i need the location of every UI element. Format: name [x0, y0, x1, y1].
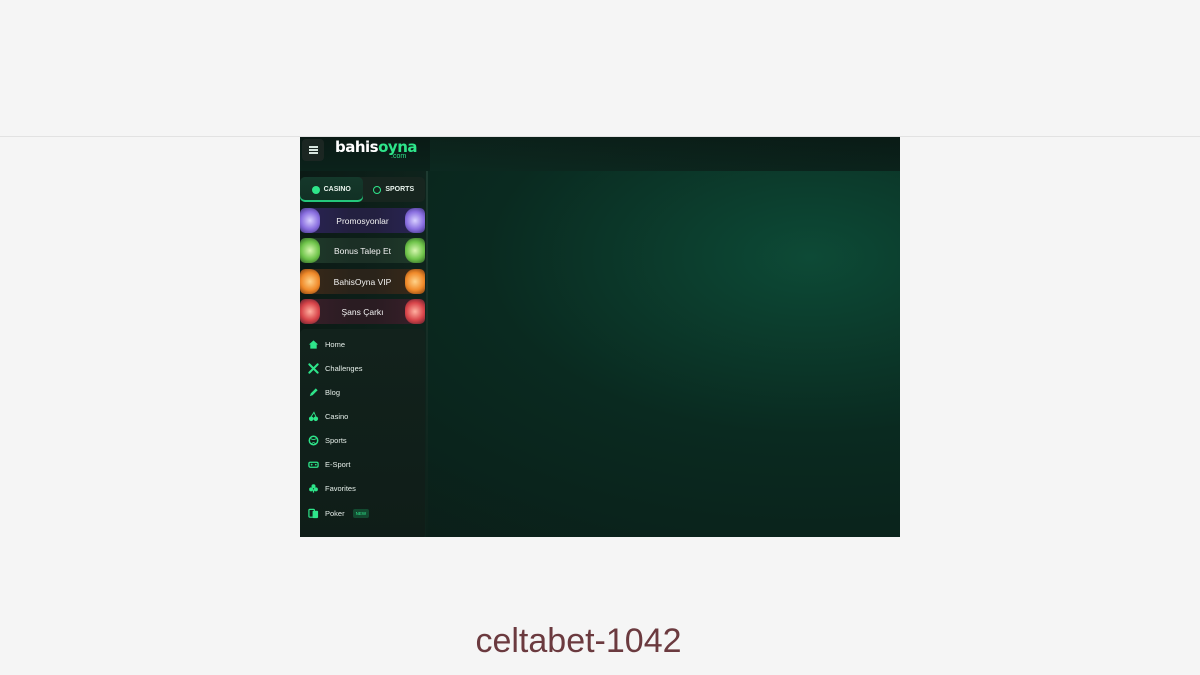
pen-icon — [307, 386, 319, 398]
nav-label: Sports — [325, 435, 347, 445]
nav-panel: Home Challenges Blog Casino Sports E-Spo… — [300, 329, 425, 537]
cherries-icon — [307, 410, 319, 422]
sports-mode-button[interactable]: SPORTS — [363, 177, 426, 202]
nav-label: Poker — [325, 508, 345, 518]
promo-art-icon — [300, 208, 320, 233]
nav-label: E-Sport — [325, 459, 351, 469]
promo-vip[interactable]: BahisOyna VIP — [300, 269, 425, 294]
promo-art-icon — [300, 269, 320, 294]
promo-label: BahisOyna VIP — [333, 276, 392, 287]
sidebar: CASINO SPORTS Promosyonlar Bonus Talep E… — [300, 171, 428, 537]
new-badge: NEW — [352, 508, 370, 518]
nav-label: Casino — [325, 411, 349, 421]
hamburger-menu-icon[interactable] — [302, 139, 324, 161]
mode-switch: CASINO SPORTS — [300, 177, 425, 202]
promo-art-icon — [300, 238, 320, 263]
promo-label: Promosyonlar — [336, 215, 389, 226]
casino-mode-button[interactable]: CASINO — [300, 177, 363, 202]
image-caption: celtabet-1042 — [475, 622, 682, 660]
nav-label: Challenges — [325, 363, 363, 373]
nav-item-blog[interactable]: Blog — [307, 384, 340, 400]
nav-item-esport[interactable]: E-Sport — [307, 456, 350, 472]
gamepad-icon — [307, 458, 319, 470]
promo-promosyonlar[interactable]: Promosyonlar — [300, 208, 425, 233]
promo-art-icon — [405, 208, 425, 233]
challenges-icon — [307, 362, 319, 374]
casino-mode-label: CASINO — [323, 186, 351, 193]
home-icon — [307, 338, 319, 350]
promo-label: Bonus Talep Et — [333, 245, 392, 256]
cards-icon — [307, 507, 319, 519]
nav-item-sports[interactable]: Sports — [307, 432, 347, 448]
nav-label: Blog — [325, 387, 341, 397]
site-header: bahisoyna .com — [300, 137, 900, 171]
logo-suffix: .com — [391, 153, 407, 160]
ball-icon — [373, 185, 382, 194]
promo-bonus-talep-et[interactable]: Bonus Talep Et — [300, 238, 425, 263]
logo-main: bahis — [335, 138, 379, 156]
nav-item-challenges[interactable]: Challenges — [307, 360, 363, 376]
promo-art-icon — [405, 299, 425, 324]
promo-sans-carki[interactable]: Şans Çarkı — [300, 299, 425, 324]
nav-label: Home — [325, 339, 346, 349]
sports-mode-label: SPORTS — [385, 186, 415, 193]
nav-item-favorites[interactable]: Favorites — [307, 480, 356, 496]
promo-art-icon — [405, 269, 425, 294]
ball-icon — [307, 434, 319, 446]
header-glow — [430, 137, 900, 171]
top-band — [0, 0, 1200, 137]
promo-art-icon — [405, 238, 425, 263]
promo-art-icon — [300, 299, 320, 324]
nav-item-casino[interactable]: Casino — [307, 408, 348, 424]
nav-item-poker[interactable]: Poker NEW — [307, 505, 370, 521]
website-screenshot: bahisoyna .com CASINO SPORTS Promosyonla… — [300, 137, 900, 537]
sidebar-divider — [426, 171, 428, 537]
nav-item-home[interactable]: Home — [307, 336, 345, 352]
club-icon — [307, 482, 319, 494]
promo-label: Şans Çarkı — [341, 306, 384, 317]
spade-icon — [311, 185, 320, 194]
nav-label: Favorites — [325, 483, 356, 493]
